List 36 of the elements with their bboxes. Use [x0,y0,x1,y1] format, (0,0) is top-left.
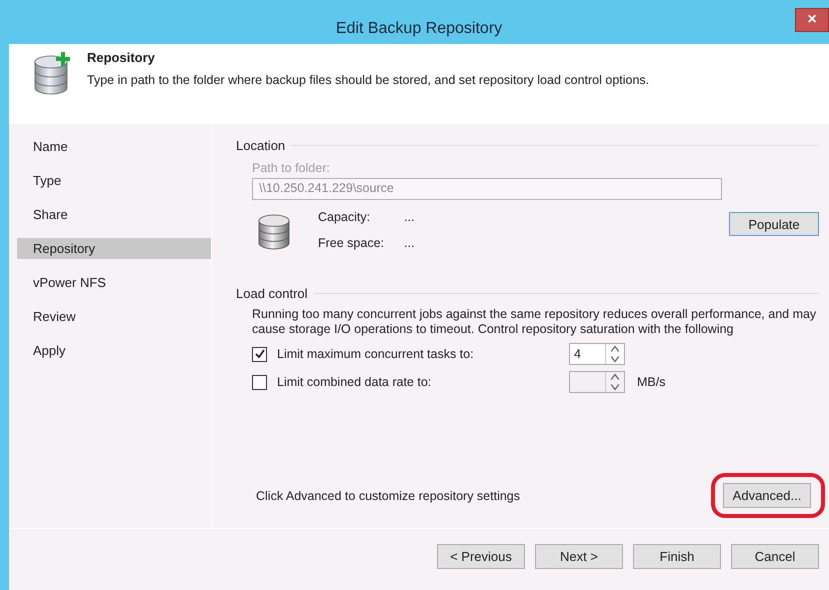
capacity-label: Capacity: [318,210,372,224]
number-spinner[interactable] [569,371,625,393]
sidebar-item[interactable]: Repository [17,238,211,259]
wizard-button[interactable]: Next > [535,544,623,569]
unit-label: MB/s [637,375,666,389]
sidebar-item[interactable]: vPower NFS [9,272,211,293]
header-title: Repository [87,50,156,65]
sidebar-item[interactable]: Review [9,306,211,327]
section-heading: Location [236,138,286,153]
database-icon [258,212,290,252]
wizard-button[interactable]: Cancel [731,544,819,569]
header-description: Type in path to the folder where backup files should be stored, and set repository load control options. [87,73,650,87]
sidebar-item[interactable]: Type [9,170,211,191]
sidebar-item[interactable]: Apply [9,340,211,361]
field-label: Path to folder: [252,161,331,175]
close-button[interactable]: × [795,8,829,32]
free-space-value: ... [404,236,414,250]
wizard-button[interactable]: Finish [633,544,721,569]
database-add-icon [33,50,73,96]
wizard-button[interactable]: < Previous [437,544,525,569]
sidebar-item[interactable]: Name [9,136,211,157]
load-control-description: Running too many concurrent jobs against the same repository reduces overall performance, and may cause storage I/O operations to timeout. Control repository saturation with the following [252,307,818,337]
populate-button[interactable]: Populate [729,212,819,236]
section-heading: Load control [236,286,308,301]
number-spinner[interactable]: 4 [569,343,625,365]
capacity-value: ... [404,210,414,224]
free-space-label: Free space: [318,236,386,250]
sidebar-item[interactable]: Share [9,204,211,225]
checkbox-label: Limit combined data rate to: [277,375,432,389]
checkmark-icon [254,348,266,360]
advanced-hint: Click Advanced to customize repository settings [256,488,520,502]
window-title: Edit Backup Repository [336,20,502,38]
checkbox[interactable] [252,346,267,362]
checkbox[interactable] [252,374,267,390]
checkbox-label: Limit maximum concurrent tasks to: [277,347,475,361]
advanced-button[interactable]: Advanced... [723,483,811,508]
